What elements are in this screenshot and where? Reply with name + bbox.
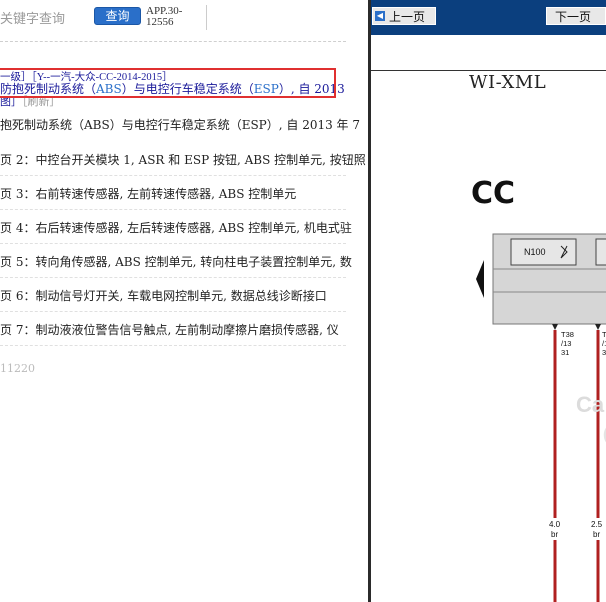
arrow-left-icon[interactable] [476, 260, 484, 298]
page-list-item[interactable]: 页 7：制动液液位警告信号触点, 左前制动摩擦片磨损传感器, 仪 [0, 314, 346, 346]
divider [0, 41, 346, 42]
connector-pin-icon [552, 324, 558, 330]
divider [206, 5, 207, 30]
wire2-connector-label: T/13 [602, 330, 606, 357]
search-results-pane: 关键字查询 查询 APP.30- 12556 一级］［Y--一汽-大众-CC-2… [0, 0, 368, 602]
n100-label: N100 [524, 247, 546, 257]
document-viewer: ◀ 上一页 下一页 WI-XML CC N100 T38/1331 T/13 [371, 0, 606, 602]
page-list-item[interactable]: 页 3：右前转速传感器, 左前转速传感器, ABS 控制单元 [0, 178, 346, 210]
next-page-button[interactable]: 下一页 [546, 7, 606, 25]
viewer-toolbar: ◀ 上一页 下一页 [371, 0, 606, 35]
connector-pin-icon [595, 324, 601, 330]
prev-page-button[interactable]: ◀ 上一页 [372, 7, 436, 25]
wire1-connector-label: T38/13 31 [561, 330, 574, 357]
page-list-item[interactable]: 页 4：右后转速传感器, 左后转速传感器, ABS 控制单元, 机电式驻 [0, 212, 352, 244]
page-border [371, 70, 606, 71]
footer-code: 11220 [0, 362, 35, 375]
page-list-item[interactable]: 页 6：制动信号灯开关, 车载电网控制单元, 数据总线诊断接口 [0, 280, 346, 312]
watermark: Ca [576, 392, 605, 417]
wiring-diagram: N100 T38/1331 T/13 Ca ( 4.0br 2.5br [476, 233, 606, 602]
page-list-item[interactable]: 页 5：转向角传感器, ABS 控制单元, 转向柱电子装置控制单元, 数 [0, 246, 352, 278]
result-subtitle: 抱死制动系统（ABS）与电控行车稳定系统（ESP）, 自 2013 年 7 [0, 118, 361, 132]
page-list-item[interactable]: 页 2：中控台开关模块 1, ASR 和 ESP 按钮, ABS 控制单元, 按… [0, 144, 366, 176]
search-button[interactable]: 查询 [94, 7, 141, 25]
chevron-left-icon: ◀ [375, 11, 385, 21]
search-input[interactable]: 关键字查询 [0, 8, 65, 27]
app-code: APP.30- 12556 [146, 5, 183, 28]
doc-header: WI-XML [469, 72, 547, 93]
model-title: CC [471, 176, 516, 211]
highlight-frame [0, 68, 336, 98]
